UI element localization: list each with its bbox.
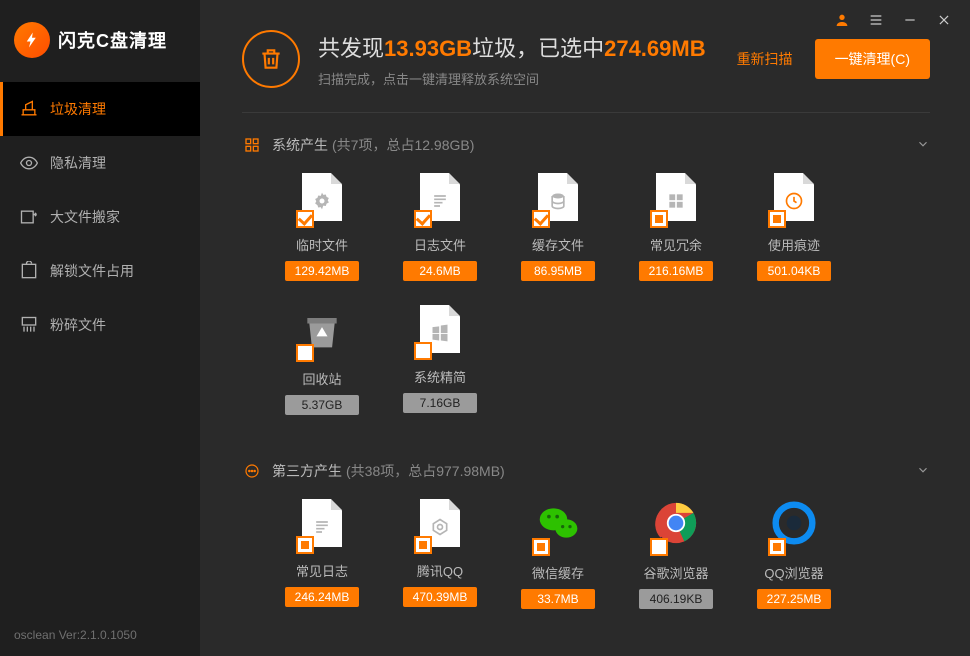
sidebar-item-label: 垃圾清理	[50, 99, 106, 119]
sidebar-item-shred[interactable]: 粉碎文件	[0, 298, 200, 352]
cleanup-item[interactable]: 缓存文件 86.95MB	[508, 173, 608, 281]
item-checkbox[interactable]	[296, 344, 314, 362]
item-size: 501.04KB	[757, 261, 831, 281]
item-name: QQ浏览器	[744, 563, 844, 582]
item-name: 回收站	[272, 369, 372, 388]
logo-icon	[14, 22, 50, 58]
item-size: 7.16GB	[403, 393, 477, 413]
sidebar-item-label: 解锁文件占用	[50, 261, 134, 281]
summary-title: 共发现13.93GB垃圾，已选中274.69MB	[318, 31, 737, 63]
app-name: 闪克C盘清理	[58, 27, 167, 53]
cleanup-item[interactable]: 常见冗余 216.16MB	[626, 173, 726, 281]
item-name: 系统精简	[390, 367, 490, 386]
section-thirdparty: 第三方产生 (共38项，总占977.98MB) 常见日志 246.24MB 腾讯QQ…	[242, 461, 930, 633]
section-count: (共38项，总占977.98MB)	[346, 461, 505, 481]
broom-icon	[18, 98, 40, 120]
cleanup-item[interactable]: 临时文件 129.42MB	[272, 173, 372, 281]
item-size: 216.16MB	[639, 261, 713, 281]
item-checkbox[interactable]	[768, 210, 786, 228]
cleanup-item[interactable]: 日志文件 24.6MB	[390, 173, 490, 281]
item-size: 470.39MB	[403, 587, 477, 607]
sidebar-item-label: 大文件搬家	[50, 207, 120, 227]
section-title: 第三方产生	[272, 461, 342, 481]
item-checkbox[interactable]	[296, 210, 314, 228]
item-size: 227.25MB	[757, 589, 831, 609]
section-system: 系统产生 (共7项，总占12.98GB) 临时文件 129.42MB 日志文件 24.…	[242, 135, 930, 439]
move-icon	[18, 206, 40, 228]
chevron-down-icon	[916, 463, 930, 480]
item-checkbox[interactable]	[414, 342, 432, 360]
cleanup-item[interactable]: 回收站 5.37GB	[272, 305, 372, 415]
summary-bar: 共发现13.93GB垃圾，已选中274.69MB 扫描完成，点击一键清理释放系统…	[242, 30, 930, 113]
cleanup-item[interactable]: 谷歌浏览器 406.19KB	[626, 499, 726, 609]
section-title: 系统产生	[272, 135, 328, 155]
item-name: 使用痕迹	[744, 235, 844, 254]
sidebar-item-privacy[interactable]: 隐私清理	[0, 136, 200, 190]
unlock-icon	[18, 260, 40, 282]
version-label: osclean Ver:2.1.0.1050	[14, 628, 137, 642]
item-size: 246.24MB	[285, 587, 359, 607]
trash-icon	[242, 30, 300, 88]
sidebar-item-label: 隐私清理	[50, 153, 106, 173]
cleanup-item[interactable]: QQ浏览器 227.25MB	[744, 499, 844, 609]
item-size: 129.42MB	[285, 261, 359, 281]
summary-subtitle: 扫描完成，点击一键清理释放系统空间	[318, 69, 737, 88]
sidebar-item-unlock[interactable]: 解锁文件占用	[0, 244, 200, 298]
cleanup-item[interactable]: 使用痕迹 501.04KB	[744, 173, 844, 281]
item-checkbox[interactable]	[532, 210, 550, 228]
sidebar: 闪克C盘清理 垃圾清理 隐私清理 大文件搬家 解锁文件占用 粉碎文件 oscle…	[0, 0, 200, 656]
chevron-down-icon	[916, 137, 930, 154]
item-grid: 临时文件 129.42MB 日志文件 24.6MB 缓存文件 86.95MB 常见冗余 216…	[272, 173, 930, 439]
item-name: 缓存文件	[508, 235, 608, 254]
cleanup-item[interactable]: 腾讯QQ 470.39MB	[390, 499, 490, 609]
eye-slash-icon	[18, 152, 40, 174]
item-name: 常见日志	[272, 561, 372, 580]
item-name: 腾讯QQ	[390, 561, 490, 580]
dots-icon	[242, 461, 262, 481]
clean-button[interactable]: 一键清理(C)	[815, 39, 930, 79]
item-size: 5.37GB	[285, 395, 359, 415]
section-header[interactable]: 第三方产生 (共38项，总占977.98MB)	[242, 461, 930, 481]
logo: 闪克C盘清理	[0, 0, 200, 82]
item-name: 常见冗余	[626, 235, 726, 254]
item-name: 微信缓存	[508, 563, 608, 582]
item-name: 临时文件	[272, 235, 372, 254]
item-checkbox[interactable]	[768, 538, 786, 556]
item-checkbox[interactable]	[296, 536, 314, 554]
cleanup-item[interactable]: 常见日志 246.24MB	[272, 499, 372, 609]
item-checkbox[interactable]	[650, 538, 668, 556]
item-size: 86.95MB	[521, 261, 595, 281]
item-size: 406.19KB	[639, 589, 713, 609]
item-size: 24.6MB	[403, 261, 477, 281]
shredder-icon	[18, 314, 40, 336]
section-header[interactable]: 系统产生 (共7项，总占12.98GB)	[242, 135, 930, 155]
sidebar-item-bigfile[interactable]: 大文件搬家	[0, 190, 200, 244]
grid-icon	[242, 135, 262, 155]
item-name: 谷歌浏览器	[626, 563, 726, 582]
item-checkbox[interactable]	[414, 536, 432, 554]
item-checkbox[interactable]	[650, 210, 668, 228]
main-panel: 共发现13.93GB垃圾，已选中274.69MB 扫描完成，点击一键清理释放系统…	[200, 0, 970, 656]
item-grid: 常见日志 246.24MB 腾讯QQ 470.39MB 微信缓存 33.7MB 谷歌浏览器 4…	[272, 499, 930, 633]
item-checkbox[interactable]	[532, 538, 550, 556]
sidebar-item-label: 粉碎文件	[50, 315, 106, 335]
sidebar-item-junk-clean[interactable]: 垃圾清理	[0, 82, 200, 136]
item-name: 日志文件	[390, 235, 490, 254]
rescan-link[interactable]: 重新扫描	[737, 49, 793, 69]
section-count: (共7项，总占12.98GB)	[332, 135, 474, 155]
cleanup-item[interactable]: 系统精简 7.16GB	[390, 305, 490, 415]
cleanup-item[interactable]: 微信缓存 33.7MB	[508, 499, 608, 609]
item-size: 33.7MB	[521, 589, 595, 609]
item-checkbox[interactable]	[414, 210, 432, 228]
